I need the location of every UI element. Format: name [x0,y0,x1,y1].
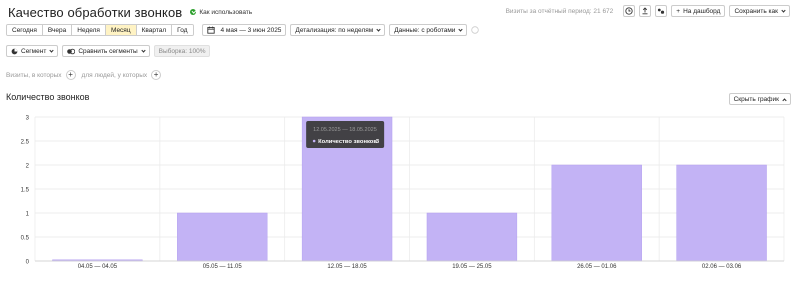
tooltip-date: 12.05.2025 — 18.05.2025 [313,127,377,133]
hide-chart-label: Скрыть график [733,95,779,103]
sample-button[interactable]: Выборка: 100% [153,45,211,57]
y-tick-label: 0.5 [21,235,30,241]
chart-bar [551,164,642,262]
tooltip-metric: Количество звонков [318,139,377,145]
y-tick-label: 3 [26,115,30,121]
x-tick-label: 04.05 — 04.05 [78,264,118,270]
sample-label: Выборка: 100% [158,47,206,55]
x-tick-label: 02.06 — 03.06 [702,264,742,270]
y-axis: 0 0.5 1 1.5 2 2.5 3 [21,115,30,265]
x-tick-label: 26.05 — 01.06 [577,264,617,270]
detail-label: Детализация: по неделям [295,26,374,34]
chart-tooltip: 12.05.2025 — 18.05.2025 Количество звонко… [306,121,385,148]
chart-bar [676,164,767,262]
add-people-filter-button[interactable]: + [151,70,162,80]
period-toolbar: Сегодня Вчера Неделя Месяц Квартал Год 4… [6,24,480,36]
period-selector: Сегодня Вчера Неделя Месяц Квартал Год [6,24,194,36]
calendar-icon [206,26,215,34]
add-visit-filter-button[interactable]: + [65,70,76,80]
share-icon [658,8,665,14]
period-quarter[interactable]: Квартал [136,25,173,35]
upload-icon [642,7,648,15]
howto-label: Как использовать [199,8,253,16]
chevron-down-icon [376,26,381,32]
chevron-up-icon [782,97,787,103]
clock-icon [625,7,633,15]
filter-visits-label: Визиты, в которых [6,71,62,79]
y-tick-label: 1 [26,211,30,217]
add-to-dashboard-button[interactable]: + На дашборд [671,5,726,17]
period-yesterday[interactable]: Вчера [42,25,73,35]
chevron-down-icon [49,47,54,53]
pie-icon [11,48,18,54]
top-right-actions: Визиты за отчётный период: 21 672 + На д… [506,5,790,17]
check-circle-icon [190,9,197,15]
page-title: Качество обработки звонков [8,4,183,20]
visits-info: Визиты за отчётный период: 21 672 [505,7,614,15]
x-tick-label: 12.05 — 18.05 [327,264,367,270]
chart-container: 0 0.5 1 1.5 2 2.5 3 04.05 — 04.05 05.05 — 11.05… [0,108,800,278]
segment-label: Сегмент [21,47,47,55]
period-today[interactable]: Сегодня [7,25,43,35]
segment-button[interactable]: Сегмент [6,45,59,57]
add-to-dashboard-label: На дашборд [683,7,721,15]
section-title: Количество звонков [6,92,90,102]
x-tick-label: 19.05 — 25.05 [452,264,492,270]
chevron-down-icon [141,47,146,53]
y-tick-label: 1.5 [21,187,30,193]
chevron-down-icon [458,26,464,32]
date-range-button[interactable]: 4 мая — 3 июн 2025 [201,24,287,36]
filter-people-label: для людей, у которых [81,71,148,79]
compare-label: Сравнить сегменты [78,47,138,55]
tooltip-marker [312,139,316,143]
data-label: Данные: с роботами [394,26,456,34]
date-range-label: 4 мая — 3 июн 2025 [220,26,282,34]
howto-link[interactable]: Как использовать [190,9,252,16]
period-week[interactable]: Неделя [72,25,106,35]
chart-bar [177,212,268,262]
bar-chart: 0 0.5 1 1.5 2 2.5 3 04.05 — 04.05 05.05 — 11.05… [21,115,785,270]
x-axis: 04.05 — 04.05 05.05 — 11.05 12.05 — 18.05 1… [35,260,784,270]
detail-dropdown[interactable]: Детализация: по неделям [290,24,386,36]
period-month[interactable]: Месяц [105,25,137,35]
hide-chart-button[interactable]: Скрыть график [728,93,791,105]
compare-segments-button[interactable]: Сравнить сегменты [62,45,150,57]
plus-icon: + [676,7,681,15]
filter-row: Визиты, в которых + для людей, у которых… [6,70,162,80]
chevron-down-icon [781,7,786,13]
segment-toolbar: Сегмент Сравнить сегменты Выборка: 100% [6,45,211,57]
info-icon[interactable] [471,26,480,34]
y-tick-label: 2.5 [21,139,30,145]
x-tick-label: 05.05 — 11.05 [203,264,243,270]
export-button[interactable] [639,5,652,17]
data-dropdown[interactable]: Данные: с роботами [389,24,468,36]
history-button[interactable] [623,5,636,17]
title-row: Качество обработки звонков Как использов… [8,4,252,20]
period-year[interactable]: Год [172,25,193,35]
save-as-label: Сохранить как [734,7,778,15]
chart-grid [34,116,785,262]
compare-icon [67,48,76,54]
chart-bar [426,212,518,262]
save-as-button[interactable]: Сохранить как [729,5,790,17]
y-tick-label: 2 [26,163,30,169]
share-button[interactable] [655,5,668,17]
y-tick-label: 0 [26,259,30,265]
